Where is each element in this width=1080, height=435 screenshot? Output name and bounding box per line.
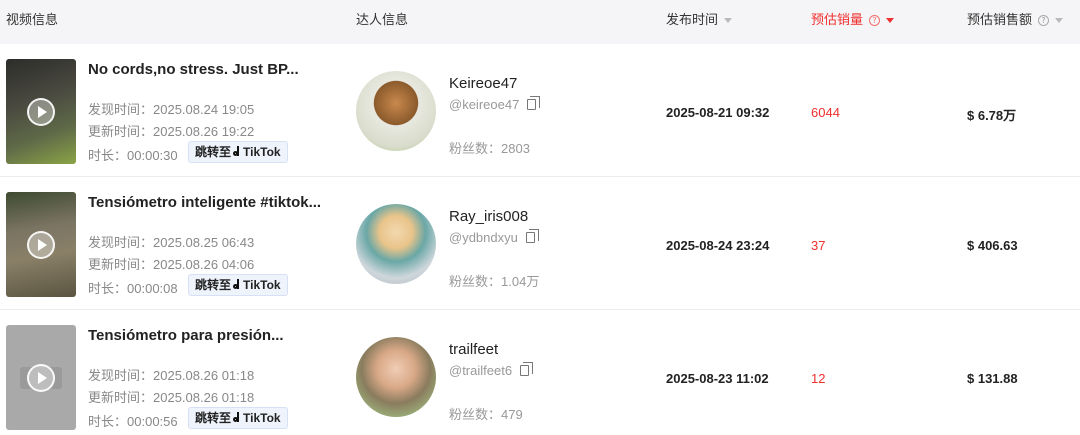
sort-caret-icon[interactable]	[886, 18, 895, 24]
discovered-time: 发现时间：2025.08.24 19:05	[88, 102, 255, 117]
col-est-revenue-label: 预估销售额	[967, 12, 1033, 27]
est-sales: 37	[811, 238, 826, 253]
play-icon[interactable]	[27, 364, 55, 392]
table-row: Tensiómetro para presión... 发现时间：2025.08…	[0, 311, 1080, 435]
col-influencer-info: 达人信息	[356, 0, 408, 44]
video-title[interactable]: Tensiómetro para presión...	[88, 327, 284, 344]
tiktok-icon	[233, 412, 242, 423]
updated-time: 更新时间：2025.08.26 19:22	[88, 124, 255, 139]
avatar[interactable]	[356, 71, 436, 151]
col-est-sales-label: 预估销量	[811, 12, 864, 27]
influencer-name[interactable]: trailfeet	[449, 341, 498, 358]
col-video-info: 视频信息	[6, 0, 58, 44]
table-row: No cords,no stress. Just BP... 发现时间：2025…	[0, 45, 1080, 177]
copy-icon[interactable]	[525, 229, 539, 243]
tiktok-icon	[233, 146, 242, 157]
publish-time: 2025-08-21 09:32	[666, 105, 770, 120]
est-revenue: $ 6.78万	[967, 108, 1017, 123]
play-icon[interactable]	[27, 231, 55, 259]
video-title[interactable]: No cords,no stress. Just BP...	[88, 61, 299, 78]
publish-time: 2025-08-23 11:02	[666, 371, 769, 386]
est-sales: 6044	[811, 105, 840, 120]
col-est-revenue-sort[interactable]: 预估销售额?	[967, 0, 1064, 44]
duration: 时长：00:00:08	[88, 281, 178, 296]
col-video-info-label: 视频信息	[6, 12, 59, 27]
publish-time: 2025-08-24 23:24	[666, 238, 770, 253]
video-title[interactable]: Tensiómetro inteligente #tiktok...	[88, 194, 321, 211]
copy-icon[interactable]	[520, 362, 534, 376]
sort-caret-icon[interactable]	[724, 18, 733, 24]
discovered-time: 发现时间：2025.08.26 01:18	[88, 368, 255, 383]
jump-to-tiktok-button[interactable]: 跳转至 TikTok	[188, 407, 288, 429]
est-sales: 12	[811, 371, 826, 386]
est-revenue: $ 406.63	[967, 238, 1018, 253]
updated-time: 更新时间：2025.08.26 04:06	[88, 257, 255, 272]
col-influencer-info-label: 达人信息	[356, 12, 409, 27]
video-thumbnail[interactable]	[6, 192, 76, 297]
influencer-name[interactable]: Ray_iris008	[449, 208, 528, 225]
influencer-handle: @ydbndxyu	[449, 229, 539, 245]
video-thumbnail[interactable]	[6, 59, 76, 164]
table-row: Tensiómetro inteligente #tiktok... 发现时间：…	[0, 178, 1080, 310]
avatar[interactable]	[356, 204, 436, 284]
influencer-handle: @trailfeet6	[449, 362, 534, 378]
play-icon[interactable]	[27, 98, 55, 126]
tiktok-icon	[233, 279, 242, 290]
table-header: 视频信息 达人信息 发布时间 预估销量? 预估销售额?	[0, 0, 1080, 44]
col-publish-time-label: 发布时间	[666, 12, 719, 27]
duration: 时长：00:00:30	[88, 148, 178, 163]
jump-to-tiktok-button[interactable]: 跳转至 TikTok	[188, 141, 288, 163]
video-thumbnail[interactable]	[6, 325, 76, 430]
col-est-sales-sort[interactable]: 预估销量?	[811, 0, 895, 44]
col-publish-time-sort[interactable]: 发布时间	[666, 0, 733, 44]
est-revenue: $ 131.88	[967, 371, 1018, 386]
influencer-name[interactable]: Keireoe47	[449, 75, 517, 92]
duration: 时长：00:00:56	[88, 414, 178, 429]
discovered-time: 发现时间：2025.08.25 06:43	[88, 235, 255, 250]
fan-count: 粉丝数：2803	[449, 141, 530, 156]
help-icon[interactable]: ?	[1038, 15, 1050, 27]
avatar[interactable]	[356, 337, 436, 417]
fan-count: 粉丝数：479	[449, 407, 523, 422]
sort-caret-icon[interactable]	[1055, 18, 1064, 24]
fan-count: 粉丝数：1.04万	[449, 274, 540, 289]
influencer-handle: @keireoe47	[449, 96, 541, 112]
updated-time: 更新时间：2025.08.26 01:18	[88, 390, 255, 405]
copy-icon[interactable]	[527, 96, 541, 110]
help-icon[interactable]: ?	[869, 15, 881, 27]
jump-to-tiktok-button[interactable]: 跳转至 TikTok	[188, 274, 288, 296]
